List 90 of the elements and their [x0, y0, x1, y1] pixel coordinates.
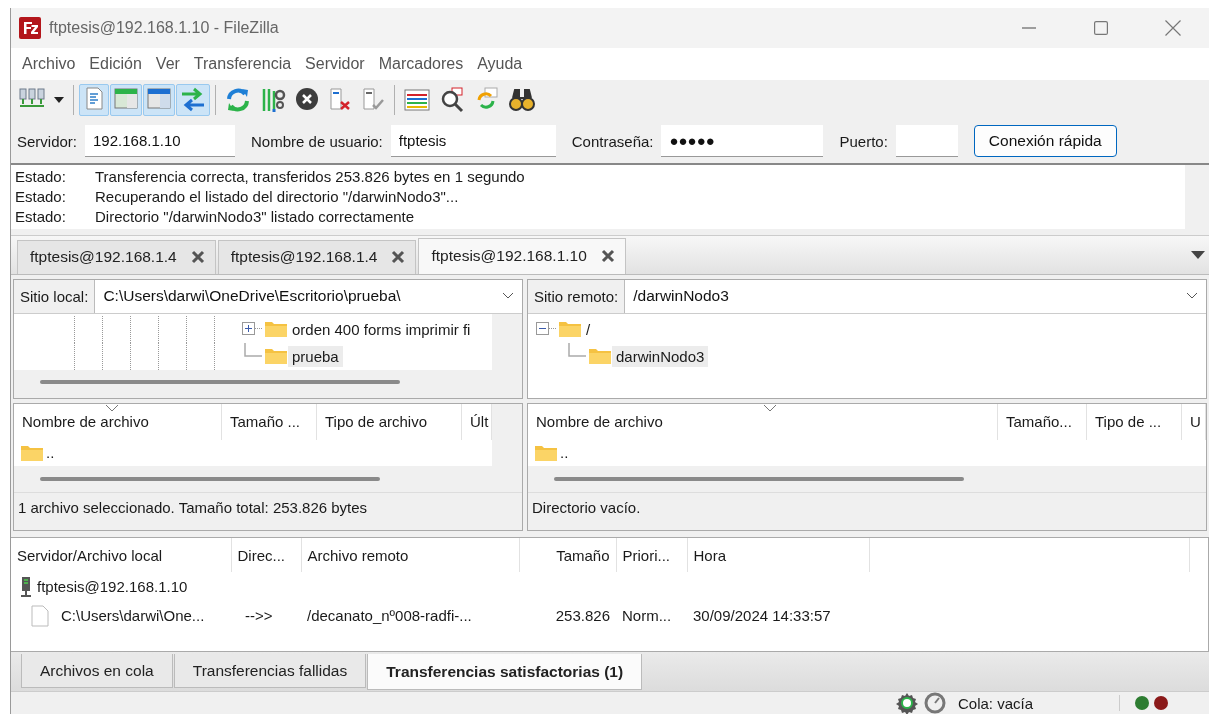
menu-item[interactable]: Marcadores: [371, 54, 471, 73]
scrollbar-thumb[interactable]: [554, 476, 964, 481]
table-cell: /decanato_nº008-radfi-...: [307, 607, 472, 625]
file-name: ..: [560, 444, 569, 462]
tree-connector: [568, 342, 586, 357]
field-label: Nombre de usuario:: [251, 132, 383, 150]
gauge-icon: [923, 692, 946, 714]
chevron-icon: [502, 292, 514, 301]
column-header[interactable]: Tamaño ...: [222, 403, 317, 440]
menu-item[interactable]: Transferencia: [186, 54, 299, 73]
queue-tab[interactable]: Transferencias satisfactorias (1): [367, 654, 643, 691]
column-header[interactable]: Priori...: [616, 538, 687, 573]
table-cell: -->>: [245, 607, 273, 625]
column-header[interactable]: Nombre de archivo: [528, 403, 998, 440]
close-icon: [1165, 20, 1181, 36]
tree-item[interactable]: prueba: [288, 345, 343, 367]
table-cell: 253.826: [555, 607, 610, 625]
log-message: Recuperando el listado del directorio "/darwinNodo3"...: [95, 187, 459, 208]
close-icon[interactable]: [190, 250, 205, 265]
username-field[interactable]: ftptesis: [390, 125, 556, 158]
dropdown-arrow-icon[interactable]: [1191, 251, 1205, 260]
file-icon: [31, 604, 49, 627]
menu-item[interactable]: Edición: [82, 54, 149, 73]
queue-tab[interactable]: Transferencias fallidas: [173, 654, 367, 689]
menu-item[interactable]: Archivo: [15, 54, 83, 73]
collapse-icon[interactable]: [536, 322, 558, 337]
window-title: ftptesis@192.168.1.10 - FileZilla: [49, 19, 280, 37]
column-header[interactable]: Tipo de ...: [1087, 403, 1182, 440]
tree-item[interactable]: orden 400 forms imprimir fi: [288, 318, 475, 340]
column-header[interactable]: Direc...: [231, 538, 301, 573]
column-header[interactable]: Tamaño: [519, 538, 616, 573]
column-header[interactable]: Últ: [462, 403, 492, 440]
panel-status: Directorio vacío.: [528, 491, 1206, 522]
password-field[interactable]: ●●●●●: [661, 125, 824, 158]
path-dropdown[interactable]: C:\Users\darwi\OneDrive\Escritorio\prueba\: [95, 279, 522, 313]
port-field[interactable]: [895, 125, 958, 158]
queue-status: Cola: vacía: [957, 694, 1033, 712]
field-label: Puerto:: [839, 132, 888, 150]
column-header[interactable]: Nombre de archivo: [14, 403, 222, 440]
close-icon[interactable]: [600, 249, 615, 264]
path-dropdown[interactable]: /darwinNodo3: [625, 279, 1206, 313]
column-header[interactable]: Tamaño...: [998, 403, 1087, 440]
quickconnect-button[interactable]: Conexión rápida: [973, 125, 1117, 158]
log-label: Estado:: [15, 167, 67, 188]
maximize-icon: [1094, 21, 1108, 35]
chevron-icon: [1186, 292, 1198, 301]
server-name: ftptesis@192.168.1.10: [37, 578, 188, 596]
field-label: Servidor:: [17, 132, 78, 150]
arrows-icon: [179, 85, 207, 114]
panel-status: 1 archivo seleccionado. Tamaño total: 253.826 bytes: [14, 491, 522, 522]
log-label: Estado:: [15, 187, 67, 208]
minimize-icon: [1022, 27, 1036, 29]
folder-icon: [264, 346, 288, 367]
column-header[interactable]: Servidor/Archivo local: [11, 538, 231, 573]
folder-icon: [558, 319, 582, 340]
column-header[interactable]: Archivo remoto: [301, 538, 519, 573]
expand-icon[interactable]: [242, 322, 264, 337]
column-header[interactable]: Tipo de archivo: [317, 403, 462, 440]
log-message: Transferencia correcta, transferidos 253.826 bytes en 1 segundo: [95, 167, 525, 188]
log-label: Estado:: [15, 207, 67, 228]
folder-icon: [264, 319, 288, 340]
tree-connector: [244, 342, 262, 357]
host-field[interactable]: 192.168.1.10: [85, 125, 236, 158]
field-label: Contraseña:: [571, 132, 654, 150]
gear-icon: [895, 692, 918, 714]
site-tab[interactable]: ftptesis@192.168.1.4: [17, 239, 216, 274]
folder-icon: [588, 346, 612, 367]
scrollbar-thumb[interactable]: [40, 379, 400, 384]
site-tab[interactable]: ftptesis@192.168.1.4: [217, 239, 417, 274]
menu-item[interactable]: Ayuda: [470, 54, 530, 73]
column-header[interactable]: U: [1182, 403, 1206, 440]
server-icon: [19, 575, 33, 598]
column-header[interactable]: Hora: [687, 538, 869, 573]
app-logo-icon: [19, 17, 41, 39]
menu-item[interactable]: Servidor: [298, 54, 372, 73]
close-icon[interactable]: [391, 250, 406, 265]
table-cell: C:\Users\darwi\One...: [61, 607, 205, 625]
light-icon: [1134, 695, 1150, 711]
queue-tab[interactable]: Archivos en cola: [21, 654, 173, 689]
scrollbar-thumb[interactable]: [40, 476, 380, 481]
log-message: Directorio "/darwinNodo3" listado correctamente: [95, 207, 415, 228]
table-cell: 30/09/2024 14:33:57: [693, 607, 831, 625]
site-tab[interactable]: ftptesis@192.168.1.10: [418, 237, 626, 274]
menu-item[interactable]: Ver: [148, 54, 187, 73]
file-name: ..: [46, 444, 55, 462]
tree-item[interactable]: darwinNodo3: [612, 345, 709, 367]
caret-icon: [54, 96, 64, 103]
light-icon: [1153, 695, 1169, 711]
tree-item[interactable]: /: [582, 318, 595, 340]
table-cell: Norm...: [622, 607, 672, 625]
